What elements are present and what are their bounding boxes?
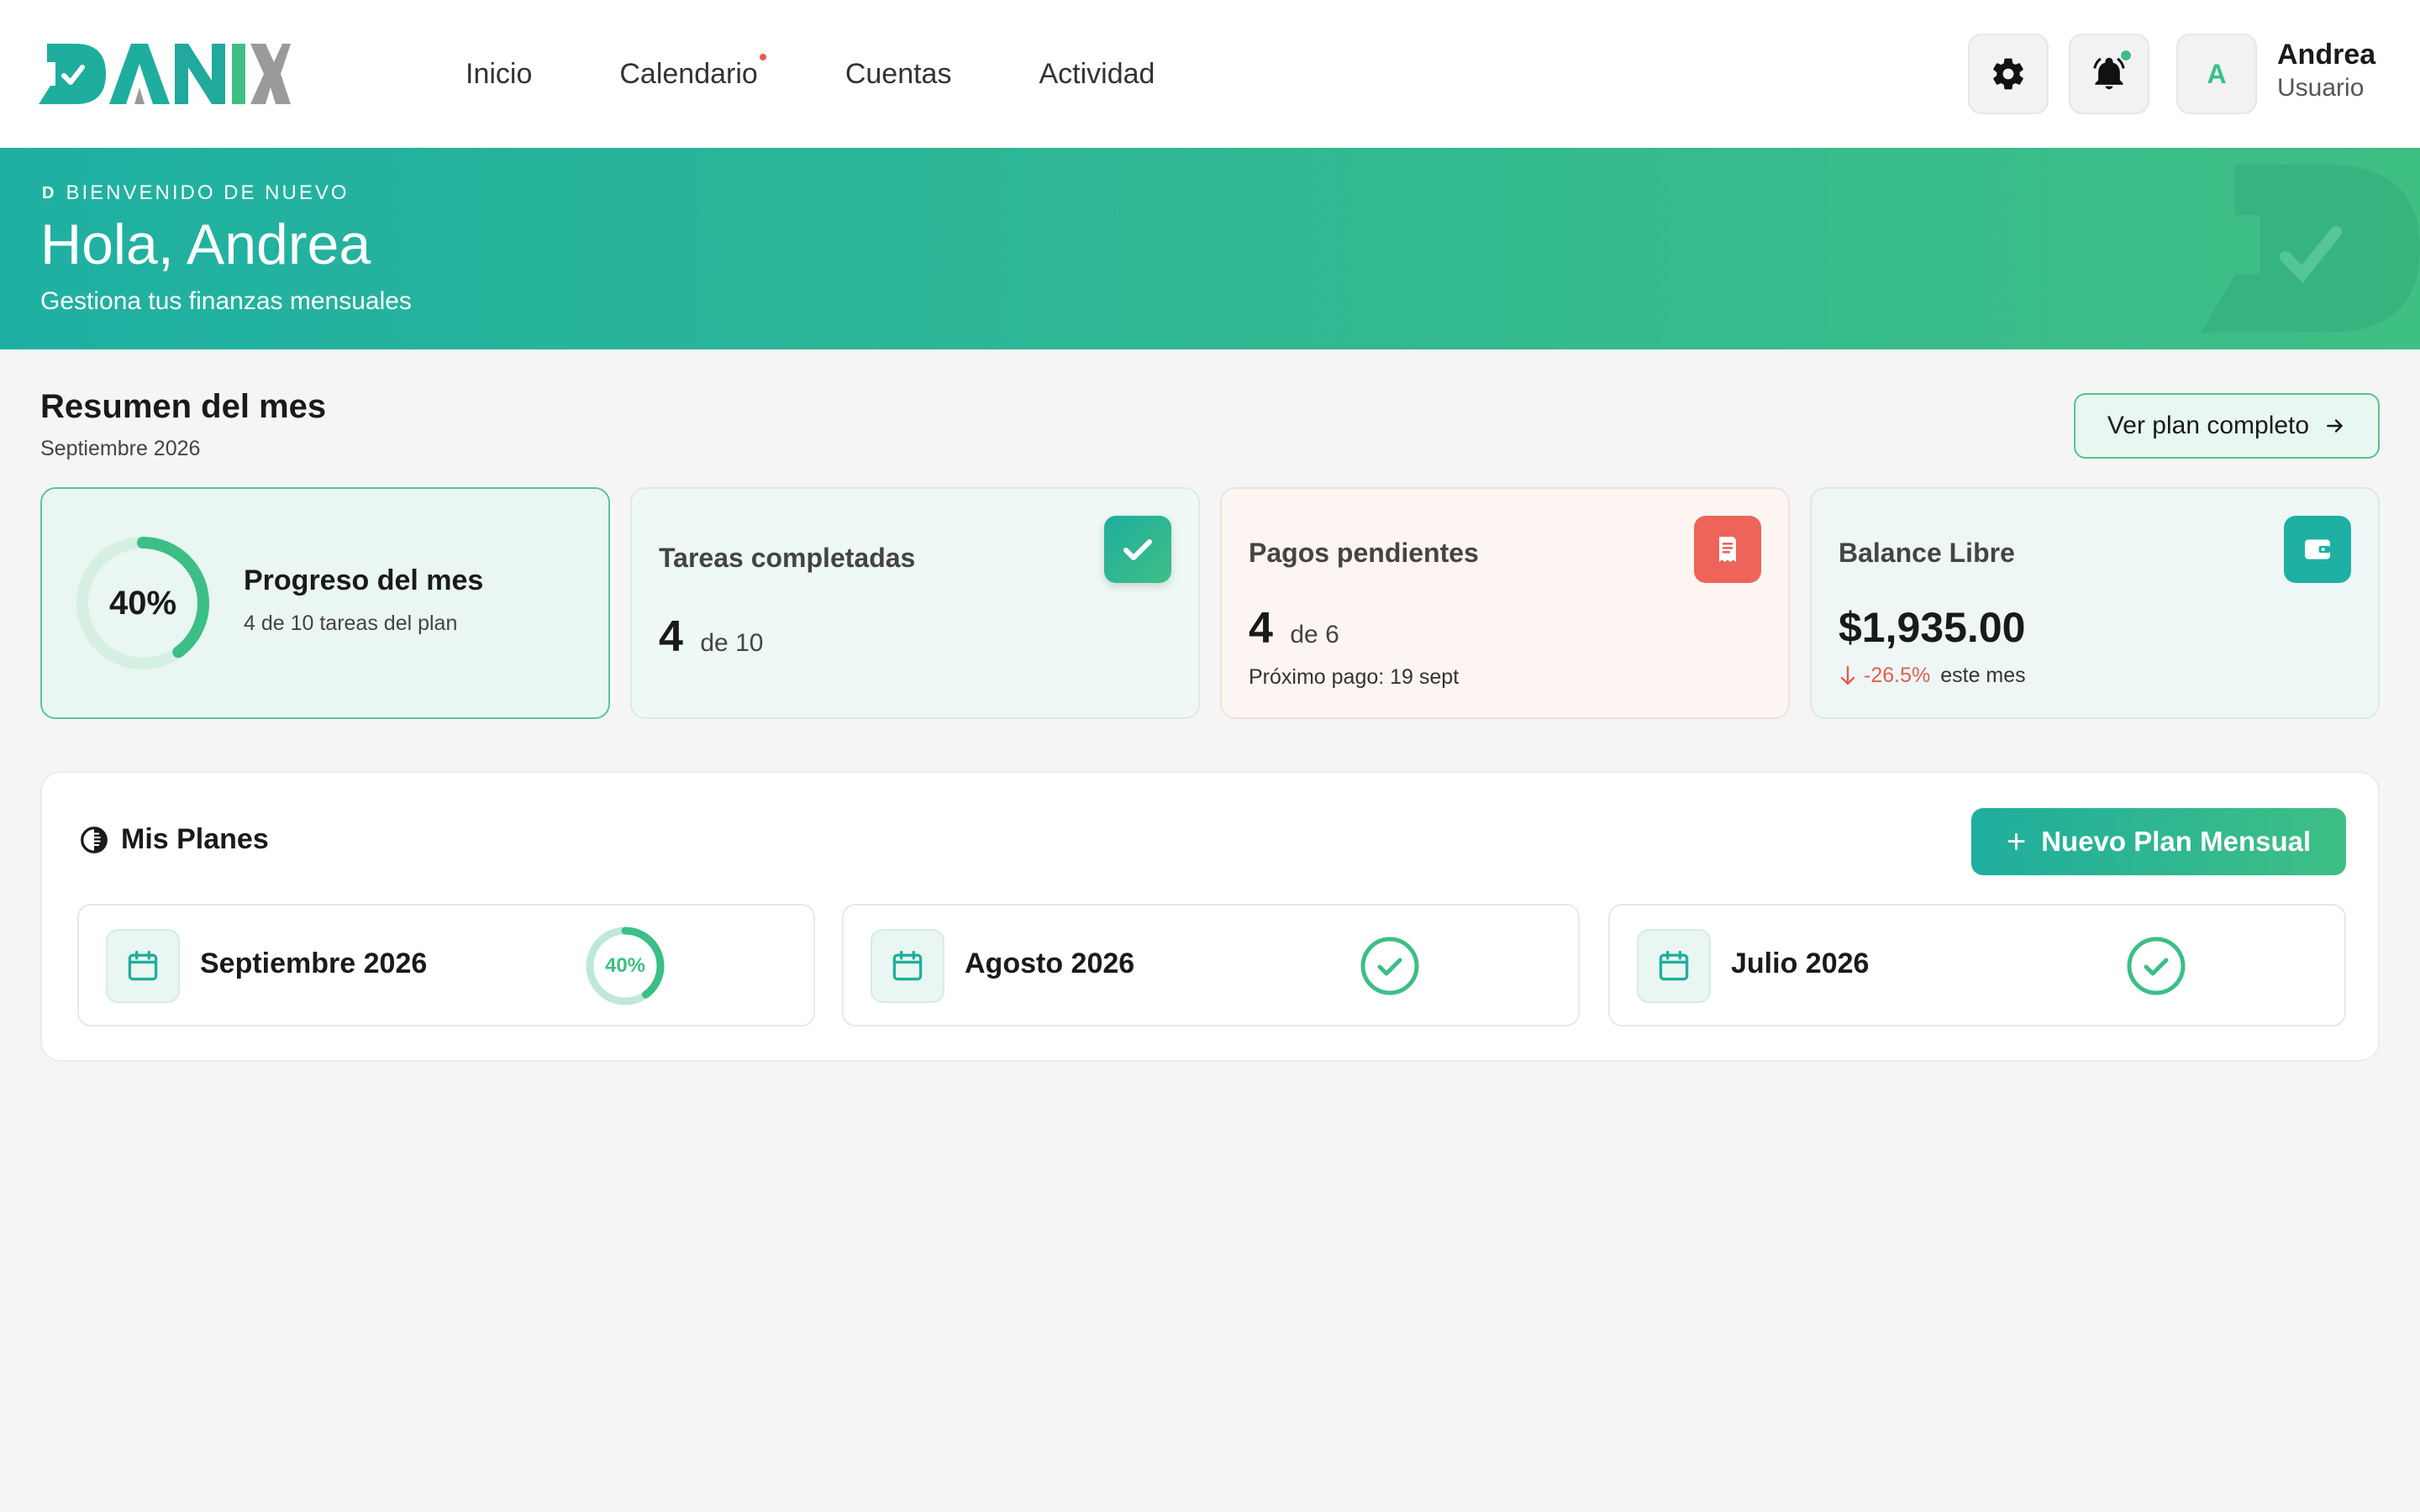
logo-mark bbox=[39, 44, 291, 104]
danix-logo[interactable] bbox=[39, 40, 291, 108]
plans-header: Mis Planes bbox=[79, 823, 269, 856]
banner-eyebrow-text: BIENVENIDO DE NUEVO bbox=[66, 181, 350, 204]
tasks-title: Tareas completadas bbox=[659, 543, 916, 573]
wallet-icon bbox=[2284, 516, 2351, 583]
plus-icon: + bbox=[2006, 822, 2027, 860]
plan-name: Septiembre 2026 bbox=[200, 948, 428, 979]
pie-chart-icon bbox=[81, 826, 108, 853]
balance-value: $1,935.00 bbox=[1839, 604, 2026, 651]
plan-name: Julio 2026 bbox=[1731, 948, 1870, 979]
progress-subtitle: 4 de 10 tareas del plan bbox=[244, 612, 458, 635]
top-bar: Inicio Calendario Cuentas Actividad A An… bbox=[0, 0, 2420, 148]
user-name: Andrea bbox=[2277, 39, 2376, 71]
mini-logo-icon: D bbox=[42, 183, 55, 202]
progress-title: Progreso del mes bbox=[244, 564, 484, 596]
plan-progress-ring: 40% bbox=[583, 924, 667, 1008]
gear-icon bbox=[1993, 58, 2023, 90]
plan-card-agosto[interactable]: Agosto 2026 bbox=[842, 904, 1580, 1026]
progress-percent: 40% bbox=[108, 584, 177, 622]
balance-delta-percent: -26.5% bbox=[1864, 664, 1931, 687]
nav-cuentas[interactable]: Cuentas bbox=[845, 49, 952, 99]
balance-card[interactable]: Balance Libre $1,935.00 -26.5% este mes bbox=[1810, 487, 2380, 719]
new-monthly-plan-button[interactable]: + Nuevo Plan Mensual bbox=[1971, 808, 2346, 875]
tasks-value: 4 bbox=[659, 612, 683, 661]
plan-name: Agosto 2026 bbox=[965, 948, 1135, 979]
summary-subtitle: Septiembre 2026 bbox=[40, 437, 201, 460]
progress-card[interactable]: 40% Progreso del mes 4 de 10 tareas del … bbox=[40, 487, 610, 719]
plan-progress-label: 40% bbox=[604, 954, 646, 977]
banner-eyebrow: D BIENVENIDO DE NUEVO bbox=[42, 181, 350, 205]
nav-inicio[interactable]: Inicio bbox=[466, 49, 532, 99]
tasks-of: de 10 bbox=[700, 629, 764, 657]
arrow-down-icon bbox=[1840, 665, 1855, 685]
balance-title: Balance Libre bbox=[1839, 538, 2015, 568]
nav-calendario-label: Calendario bbox=[619, 58, 758, 90]
tasks-count: 4 de 10 bbox=[659, 612, 763, 662]
payments-of: de 6 bbox=[1290, 621, 1339, 648]
summary-title: Resumen del mes bbox=[40, 388, 327, 425]
view-full-plan-label: Ver plan completo bbox=[2107, 412, 2310, 439]
payments-count: 4 de 6 bbox=[1249, 603, 1339, 654]
nav-calendario[interactable]: Calendario bbox=[619, 49, 766, 99]
notification-dot bbox=[2119, 49, 2133, 62]
calendar-icon bbox=[1637, 929, 1711, 1003]
plans-panel: Mis Planes + Nuevo Plan Mensual Septiemb… bbox=[40, 771, 2380, 1062]
calendar-icon bbox=[871, 929, 944, 1003]
payments-title: Pagos pendientes bbox=[1249, 538, 1479, 568]
payments-value: 4 bbox=[1249, 604, 1273, 653]
check-icon bbox=[1104, 516, 1171, 583]
avatar[interactable]: A bbox=[2176, 34, 2257, 114]
main-nav: Inicio Calendario Cuentas Actividad bbox=[466, 49, 1242, 99]
notifications-button[interactable] bbox=[2069, 34, 2149, 114]
welcome-banner: D BIENVENIDO DE NUEVO Hola, Andrea Gesti… bbox=[0, 148, 2420, 349]
balance-delta-suffix: este mes bbox=[1940, 664, 2026, 687]
next-payment: Próximo pago: 19 sept bbox=[1249, 665, 1460, 689]
user-role: Usuario bbox=[2277, 74, 2365, 102]
tasks-card[interactable]: Tareas completadas 4 de 10 bbox=[630, 487, 1200, 719]
nav-actividad[interactable]: Actividad bbox=[1039, 49, 1155, 99]
banner-subtitle: Gestiona tus finanzas mensuales bbox=[40, 287, 412, 315]
settings-button[interactable] bbox=[1968, 34, 2049, 114]
banner-title: Hola, Andrea bbox=[40, 213, 371, 276]
plans-title: Mis Planes bbox=[121, 823, 269, 855]
plan-card-septiembre[interactable]: Septiembre 2026 40% bbox=[77, 904, 815, 1026]
balance-delta: -26.5% este mes bbox=[1839, 664, 2026, 688]
check-circle-icon bbox=[2114, 924, 2198, 1008]
plan-card-julio[interactable]: Julio 2026 bbox=[1608, 904, 2346, 1026]
check-circle-icon bbox=[1348, 924, 1432, 1008]
arrow-right-icon bbox=[2327, 419, 2343, 433]
receipt-icon bbox=[1694, 516, 1761, 583]
calendar-icon bbox=[106, 929, 180, 1003]
payments-card[interactable]: Pagos pendientes 4 de 6 Próximo pago: 19… bbox=[1220, 487, 1790, 719]
calendar-badge-dot bbox=[759, 54, 766, 60]
view-full-plan-button[interactable]: Ver plan completo bbox=[2074, 393, 2380, 459]
progress-ring: 40% bbox=[74, 534, 212, 672]
banner-logo-watermark bbox=[2202, 165, 2420, 333]
new-plan-label: Nuevo Plan Mensual bbox=[2041, 826, 2312, 857]
